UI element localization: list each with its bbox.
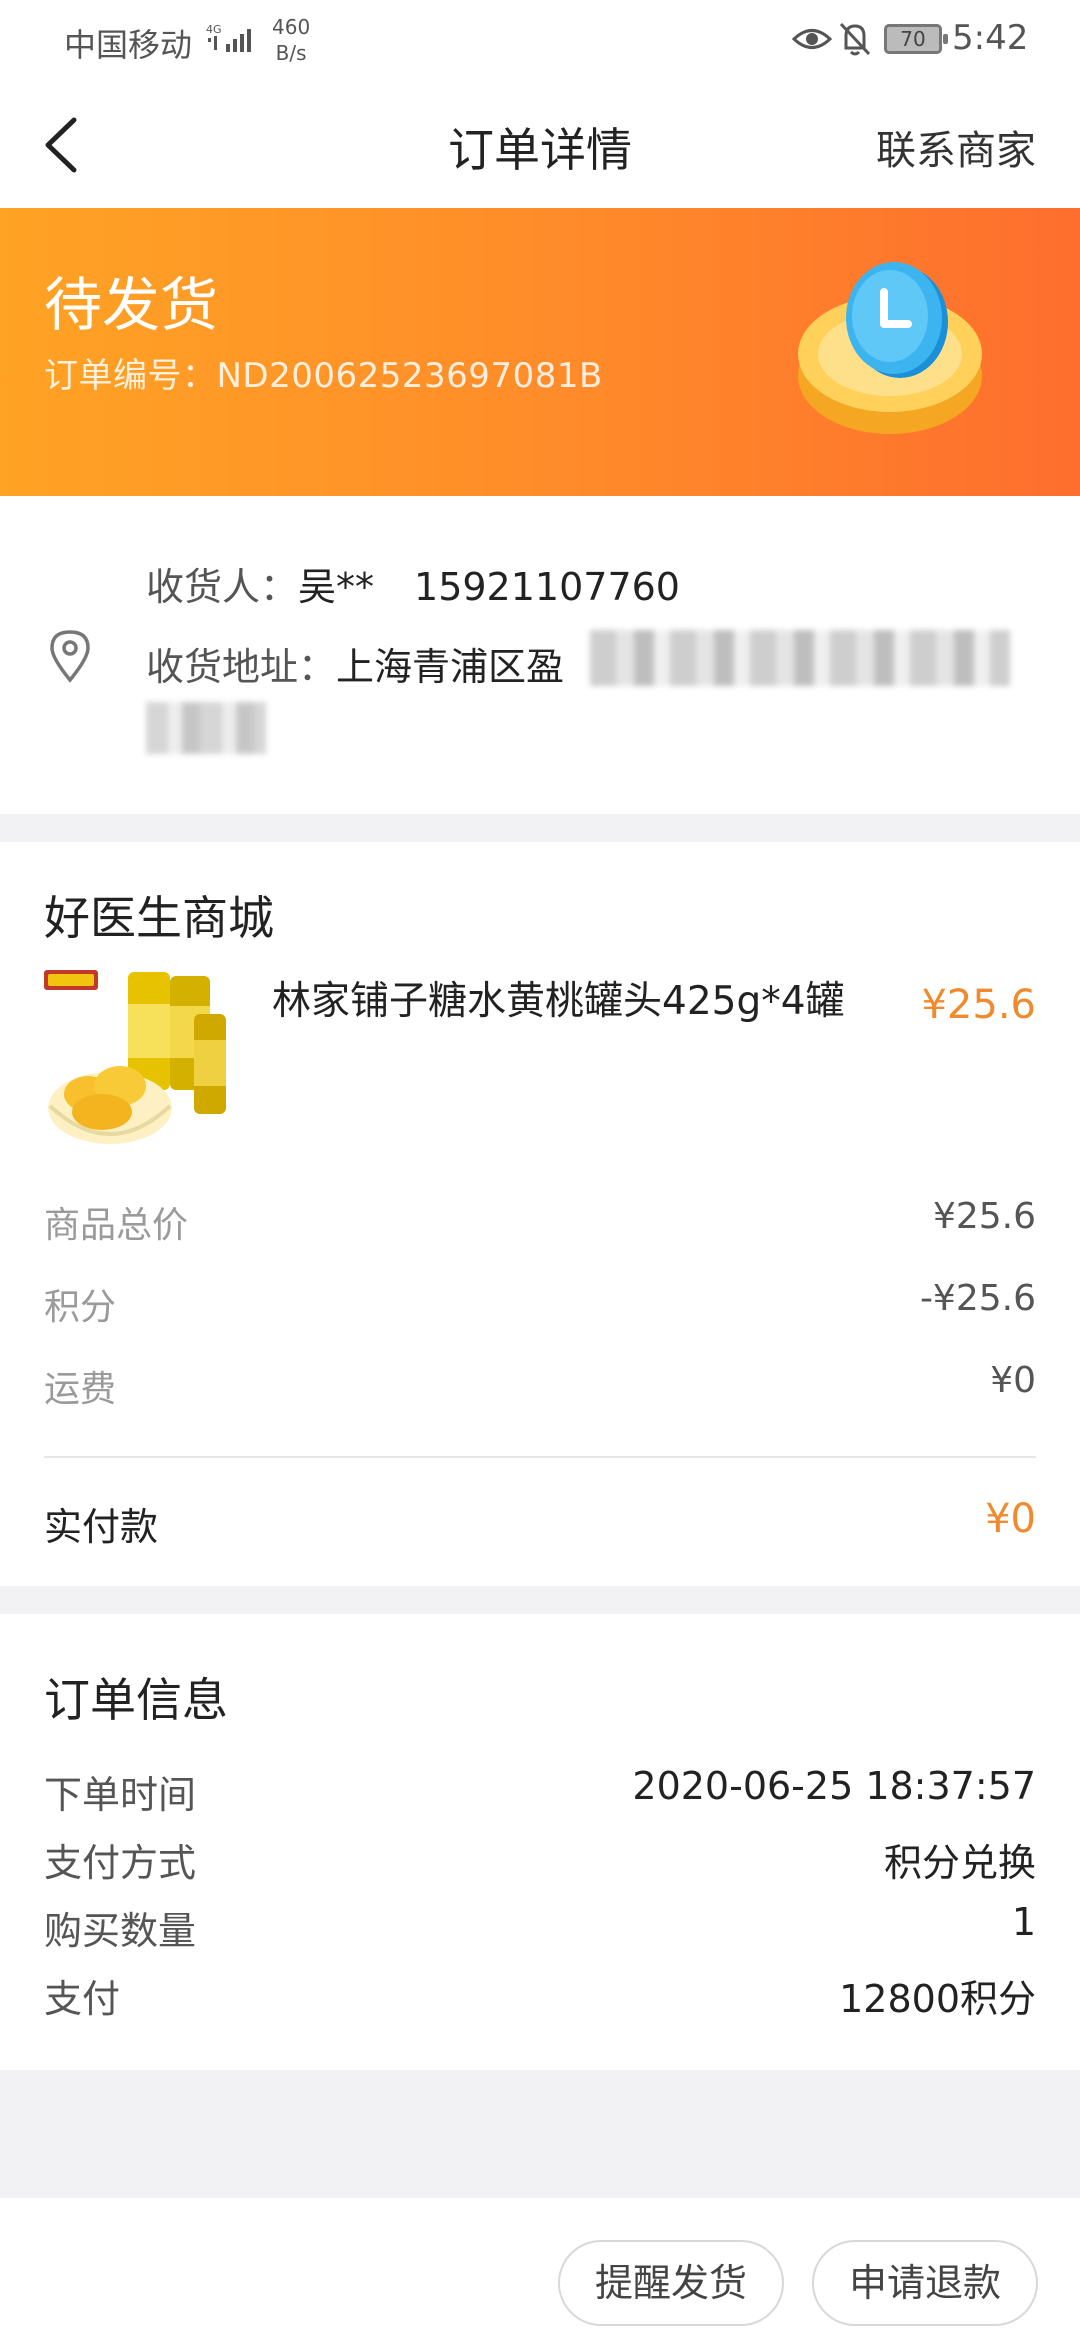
clock-coin-icon <box>798 262 982 434</box>
paid-amount-row: 实付款 ¥0 <box>44 1496 1036 1551</box>
fee-label: 商品总价 <box>44 1205 189 1246</box>
fee-label: 运费 <box>44 1369 117 1410</box>
order-info-row-payment: 支付 12800积分 <box>44 1968 1036 2023</box>
shop-name[interactable]: 好医生商城 <box>44 882 274 948</box>
fee-row-subtotal: 商品总价 ¥25.6 <box>44 1196 1036 1248</box>
order-number-value: ND20062523697081B <box>216 356 603 396</box>
info-value: 12800积分 <box>839 1977 1036 2021</box>
order-info-row-time: 下单时间 2020-06-25 18:37:57 <box>44 1764 1036 1819</box>
fee-value: ¥0 <box>990 1360 1036 1401</box>
receiver-address: 收货地址：上海青浦区盈 <box>146 636 564 691</box>
product-image[interactable] <box>44 966 246 1156</box>
order-info-row-payment-method: 支付方式 积分兑换 <box>44 1832 1036 1887</box>
network-speed: 460 B/s <box>272 14 310 66</box>
shipping-address-card[interactable]: 收货人：吴** 15921107760 收货地址：上海青浦区盈 <box>0 496 1080 814</box>
request-refund-button[interactable]: 申请退款 <box>812 2240 1038 2326</box>
info-label: 支付 <box>44 1977 121 2021</box>
receiver-name: 吴** <box>298 565 375 609</box>
address-redaction <box>590 630 1010 686</box>
product-title[interactable]: 林家铺子糖水黄桃罐头425g*4罐 <box>272 970 892 1026</box>
signal-icon: 4G <box>206 23 251 52</box>
carrier-label: 中国移动 <box>64 26 193 64</box>
paid-value: ¥0 <box>985 1496 1036 1542</box>
status-bar: 中国移动 4G 460 B/s 70 5:42 <box>0 0 1080 84</box>
receiver-label: 收货人： <box>146 565 299 609</box>
product-price: ¥25.6 <box>921 982 1036 1028</box>
order-number: 订单编号：ND20062523697081B <box>44 348 603 397</box>
info-label: 购买数量 <box>44 1909 197 1953</box>
product-card: 好医生商城 林家铺子糖水黄桃罐头425g*4罐 ¥25.6 商品总价 ¥25.6… <box>0 842 1080 1586</box>
paid-label: 实付款 <box>44 1505 159 1549</box>
info-value: 1 <box>1011 1900 1036 1944</box>
info-value: 积分兑换 <box>883 1841 1036 1885</box>
receiver-info: 收货人：吴** 15921107760 <box>146 556 680 611</box>
order-status-banner: 待发货 订单编号：ND20062523697081B <box>0 208 1080 496</box>
info-label: 下单时间 <box>44 1773 197 1817</box>
order-number-label: 订单编号： <box>44 356 217 396</box>
info-value: 2020-06-25 18:37:57 <box>632 1764 1036 1808</box>
fee-label: 积分 <box>44 1287 117 1328</box>
bell-muted-icon <box>839 22 871 56</box>
fee-value: ¥25.6 <box>932 1196 1036 1237</box>
remind-shipment-button[interactable]: 提醒发货 <box>558 2240 784 2326</box>
network-speed-value: 460 <box>272 15 311 39</box>
address-redaction <box>146 702 266 754</box>
location-pin-icon <box>50 630 90 683</box>
contact-merchant-button[interactable]: 联系商家 <box>876 118 1036 176</box>
fee-row-shipping: 运费 ¥0 <box>44 1360 1036 1412</box>
network-type-label: 4G <box>206 23 222 36</box>
battery-icon: 70 <box>884 24 948 54</box>
fee-value: -¥25.6 <box>919 1278 1036 1319</box>
bottom-action-bar: 提醒发货 申请退款 <box>0 2198 1080 2340</box>
fee-row-points: 积分 -¥25.6 <box>44 1278 1036 1330</box>
address-value: 上海青浦区盈 <box>336 645 565 689</box>
info-label: 支付方式 <box>44 1841 197 1885</box>
order-status-text: 待发货 <box>44 271 219 339</box>
order-info-title: 订单信息 <box>44 1673 228 1727</box>
divider <box>44 1456 1036 1458</box>
order-info-card: 订单信息 下单时间 2020-06-25 18:37:57 支付方式 积分兑换 … <box>0 1614 1080 2070</box>
clock-time: 5:42 <box>952 18 1029 58</box>
eye-icon <box>792 29 832 49</box>
order-info-row-quantity: 购买数量 1 <box>44 1900 1036 1955</box>
network-speed-unit: B/s <box>275 41 307 65</box>
nav-header: 订单详情 联系商家 <box>0 84 1080 208</box>
address-label: 收货地址： <box>146 645 337 689</box>
receiver-phone: 15921107760 <box>414 565 680 609</box>
